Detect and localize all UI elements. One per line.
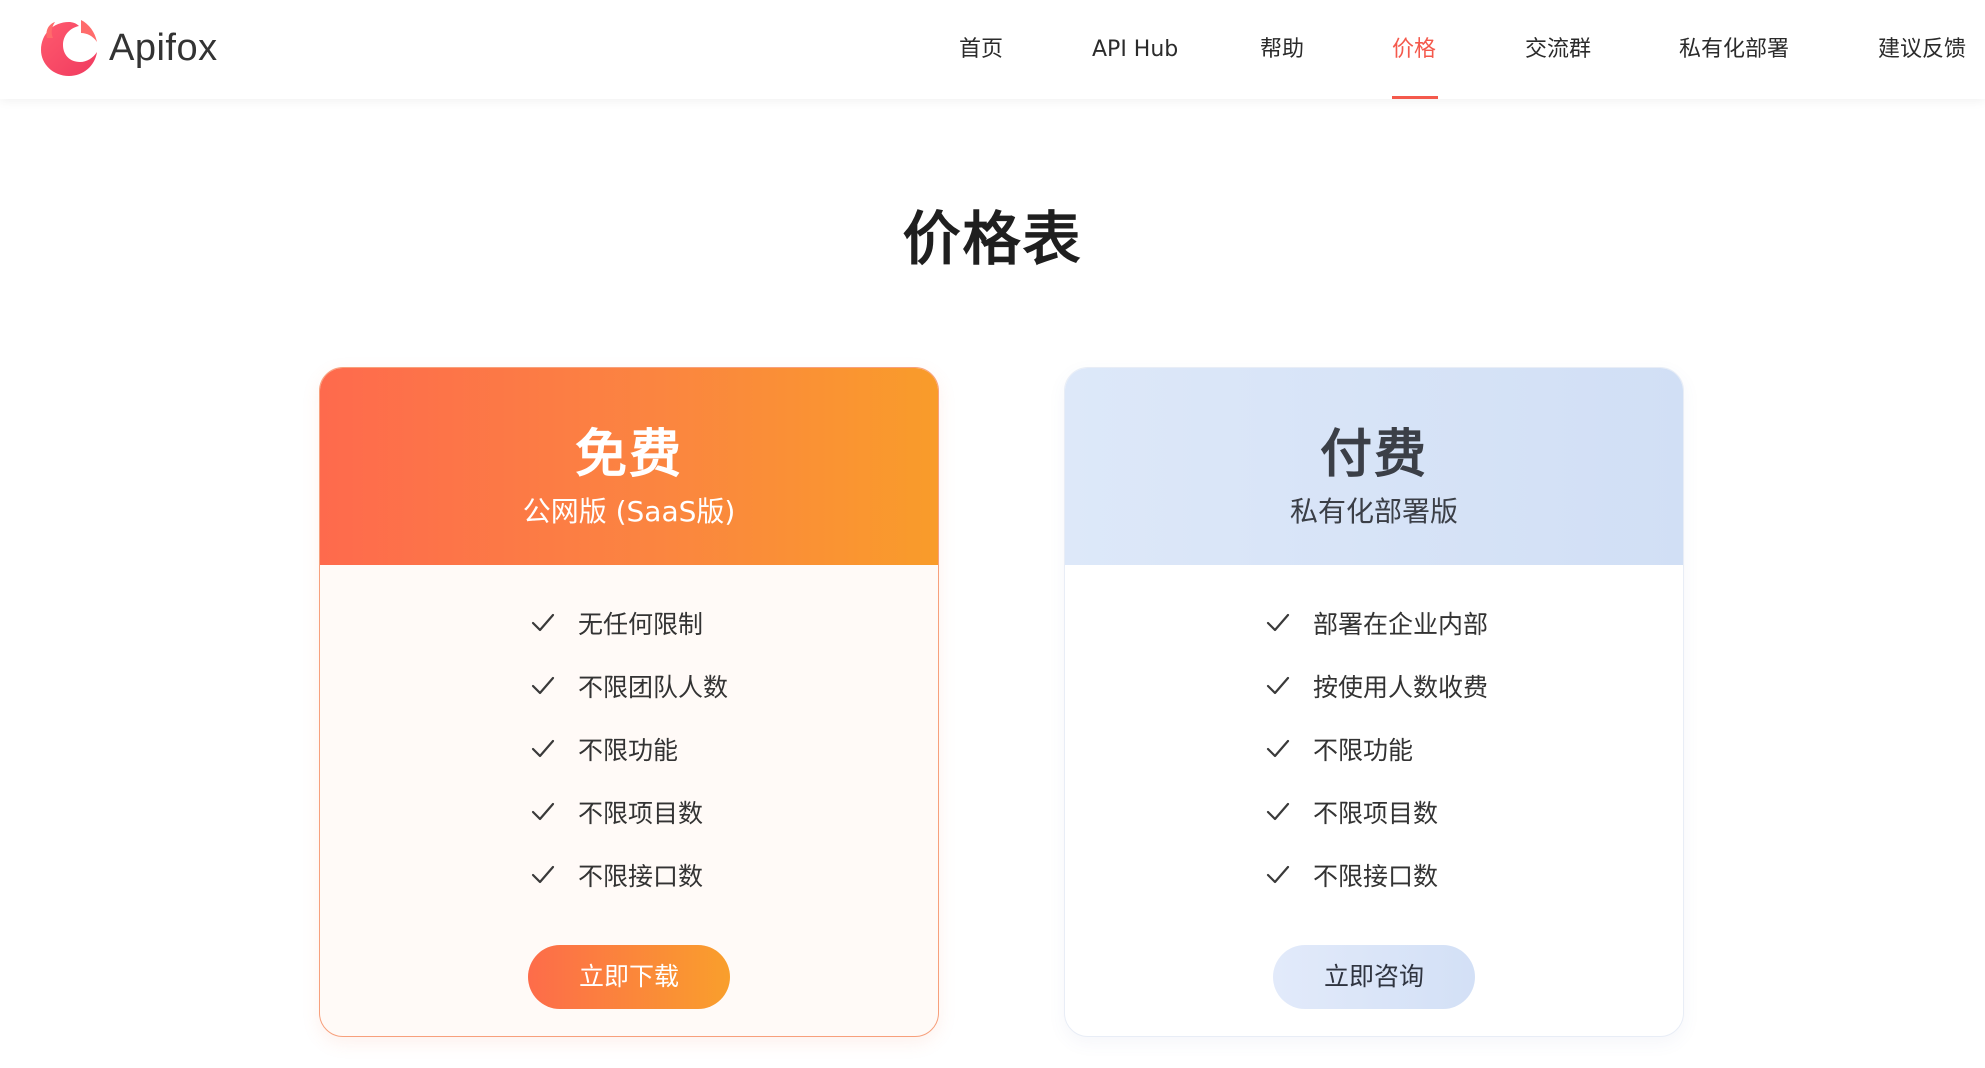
list-item: 不限项目数 (1265, 792, 1438, 832)
check-icon (1266, 676, 1290, 695)
plan-card-paid: 付费 私有化部署版 部署在企业内部 按使用人数收费 不限功能 不限项目数 不限接… (1064, 367, 1684, 1037)
nav-item-help[interactable]: 帮助 (1260, 32, 1304, 68)
nav-item-home[interactable]: 首页 (959, 32, 1003, 68)
check-icon (531, 802, 555, 821)
download-button[interactable]: 立即下载 (528, 945, 730, 1009)
page-title: 价格表 (902, 205, 1083, 273)
plan-card-free: 免费 公网版 (SaaS版) 无任何限制 不限团队人数 不限功能 不限项目数 不… (319, 367, 939, 1037)
consult-button[interactable]: 立即咨询 (1273, 945, 1475, 1009)
list-item: 不限功能 (530, 729, 678, 769)
plan-subtitle: 私有化部署版 (1289, 495, 1458, 528)
feature-label: 不限团队人数 (578, 673, 729, 702)
feature-label: 不限项目数 (578, 799, 704, 828)
list-item: 部署在企业内部 (1265, 603, 1488, 643)
check-icon (531, 739, 555, 758)
feature-label: 按使用人数收费 (1313, 673, 1489, 702)
plan-header: 付费 私有化部署版 (1065, 368, 1683, 565)
nav-item-private-deploy[interactable]: 私有化部署 (1679, 32, 1789, 68)
feature-label: 无任何限制 (578, 610, 704, 639)
nav-item-api-hub[interactable]: API Hub (1092, 32, 1178, 68)
plan-title: 付费 (1319, 425, 1428, 485)
feature-label: 不限功能 (1313, 736, 1414, 765)
active-nav-indicator (1392, 96, 1438, 99)
plan-title: 免费 (574, 425, 683, 485)
check-icon (1266, 865, 1290, 884)
plan-header: 免费 公网版 (SaaS版) (320, 368, 938, 565)
list-item: 按使用人数收费 (1265, 666, 1488, 706)
check-icon (1266, 802, 1290, 821)
check-icon (1266, 613, 1290, 632)
check-icon (531, 865, 555, 884)
top-navbar: Apifox 首页 API Hub 帮助 价格 交流群 私有化部署 建议反馈 (0, 0, 1985, 99)
check-icon (531, 613, 555, 632)
nav-item-community[interactable]: 交流群 (1525, 32, 1591, 68)
feature-label: 不限功能 (578, 736, 679, 765)
main-menu: 首页 API Hub 帮助 价格 交流群 私有化部署 建议反馈 (0, 0, 1985, 99)
plan-subtitle: 公网版 (SaaS版) (522, 495, 736, 528)
check-icon (1266, 739, 1290, 758)
list-item: 无任何限制 (530, 603, 703, 643)
check-icon (531, 676, 555, 695)
feature-label: 不限接口数 (578, 862, 704, 891)
feature-label: 不限项目数 (1313, 799, 1439, 828)
nav-item-feedback[interactable]: 建议反馈 (1878, 32, 1966, 68)
feature-label: 不限接口数 (1313, 862, 1439, 891)
feature-label: 部署在企业内部 (1313, 610, 1489, 639)
nav-item-pricing[interactable]: 价格 (1392, 32, 1436, 68)
list-item: 不限团队人数 (530, 666, 728, 706)
list-item: 不限接口数 (530, 855, 703, 895)
list-item: 不限接口数 (1265, 855, 1438, 895)
list-item: 不限功能 (1265, 729, 1413, 769)
list-item: 不限项目数 (530, 792, 703, 832)
